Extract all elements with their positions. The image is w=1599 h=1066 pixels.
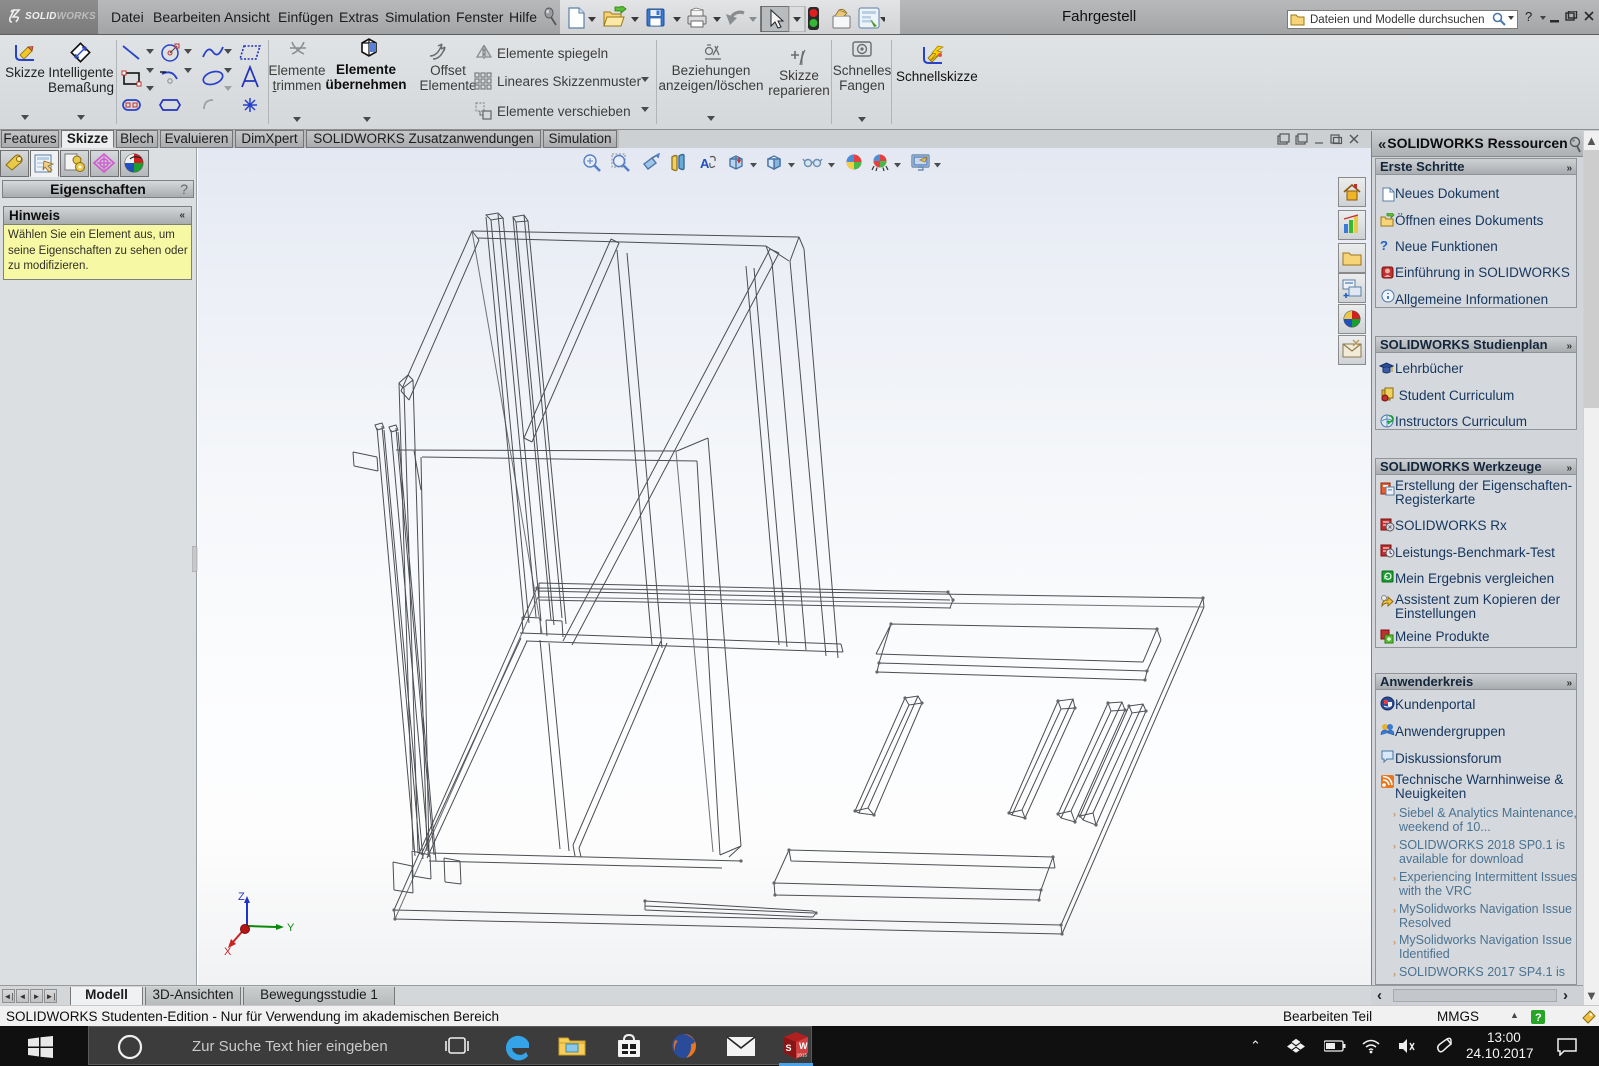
svg-text:Z: Z	[238, 891, 245, 903]
svg-text:X: X	[224, 946, 232, 958]
svg-text:S: S	[786, 1043, 792, 1053]
svg-text:W: W	[799, 1041, 808, 1051]
svg-text:?: ?	[1535, 1012, 1542, 1024]
svg-text:SOLIDWORKS: SOLIDWORKS	[25, 11, 96, 22]
svg-text:A: A	[700, 156, 710, 171]
svg-text:2015: 2015	[797, 1053, 808, 1058]
svg-text:Y: Y	[287, 922, 295, 934]
